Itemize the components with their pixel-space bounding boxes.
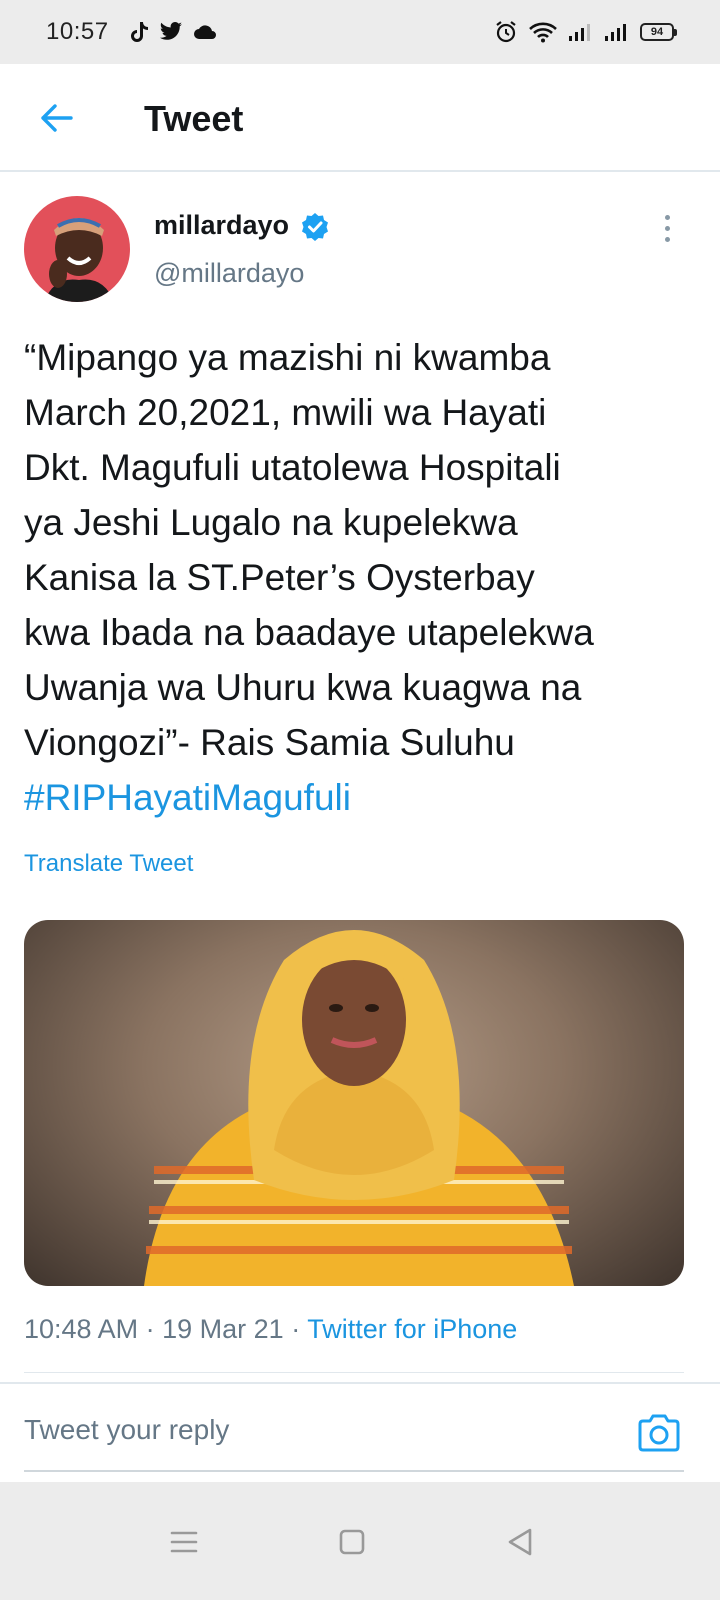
wifi-icon: [528, 21, 558, 43]
author-handle[interactable]: @millardayo: [154, 258, 304, 289]
back-triangle-icon: [508, 1528, 532, 1556]
top-app-bar: Tweet: [0, 64, 720, 172]
more-options-button[interactable]: [652, 210, 682, 246]
system-back-button[interactable]: [500, 1522, 540, 1562]
portrait-photo: [144, 930, 574, 1286]
tweet-meta: 10:48 AM · 19 Mar 21 · Twitter for iPhon…: [24, 1314, 517, 1345]
hashtag-link[interactable]: #RIPHayatiMagufuli: [24, 770, 700, 825]
cloud-icon: [193, 24, 217, 40]
system-nav-bar: [0, 1482, 720, 1600]
signal-icon: [568, 22, 594, 42]
more-dot: [664, 236, 670, 242]
status-notification-icons: [129, 21, 217, 43]
avatar-image: [24, 196, 130, 302]
tweet-text-line: Viongozi”- Rais Samia Suluhu: [24, 722, 515, 763]
alarm-icon: [494, 20, 518, 44]
camera-button[interactable]: [636, 1412, 682, 1454]
author-name[interactable]: millardayo: [154, 210, 289, 241]
twitter-icon: [159, 22, 183, 42]
tweet-text-line: Kanisa la ST.Peter’s Oysterbay: [24, 557, 535, 598]
recent-apps-button[interactable]: [164, 1522, 204, 1562]
tweet-media-image[interactable]: [24, 920, 684, 1286]
meta-separator: ·: [291, 1314, 301, 1344]
menu-icon: [170, 1531, 198, 1553]
tweet-text-line: Dkt. Magufuli utatolewa Hospitali: [24, 447, 561, 488]
tweet-text-line: ya Jeshi Lugalo na kupelekwa: [24, 502, 518, 543]
arrow-left-icon: [41, 104, 73, 132]
status-system-icons: 94: [494, 20, 677, 44]
more-dot: [664, 225, 670, 231]
tweet-text-line: kwa Ibada na baadaye utapelekwa: [24, 612, 594, 653]
camera-icon: [638, 1414, 680, 1452]
avatar[interactable]: [24, 196, 130, 302]
more-dot: [664, 214, 670, 220]
tweet-text-line: March 20,2021, mwili wa Hayati: [24, 392, 547, 433]
back-button[interactable]: [36, 100, 76, 136]
divider: [24, 1470, 684, 1472]
signal-icon: [604, 22, 630, 42]
reply-input[interactable]: Tweet your reply: [24, 1414, 229, 1446]
page-title: Tweet: [144, 98, 244, 139]
tweet-text: “Mipango ya mazishi ni kwamba March 20,2…: [24, 330, 700, 825]
home-square-icon: [339, 1529, 365, 1555]
meta-separator: ·: [145, 1314, 155, 1344]
tiktok-icon: [129, 21, 149, 43]
divider: [0, 1382, 720, 1384]
verified-badge-icon: [302, 213, 328, 241]
battery-icon: 94: [640, 23, 677, 41]
tweet-date: 19 Mar 21: [162, 1314, 284, 1344]
status-bar: 10:57 94: [0, 0, 720, 64]
home-button[interactable]: [332, 1522, 372, 1562]
tweet-text-line: “Mipango ya mazishi ni kwamba: [24, 337, 551, 378]
translate-tweet-link[interactable]: Translate Tweet: [24, 850, 193, 878]
status-time: 10:57: [46, 18, 109, 45]
divider: [24, 1372, 684, 1373]
tweet-text-line: Uwanja wa Uhuru kwa kuagwa na: [24, 667, 582, 708]
tweet-time: 10:48 AM: [24, 1314, 139, 1344]
tweet-source-link[interactable]: Twitter for iPhone: [307, 1314, 517, 1344]
